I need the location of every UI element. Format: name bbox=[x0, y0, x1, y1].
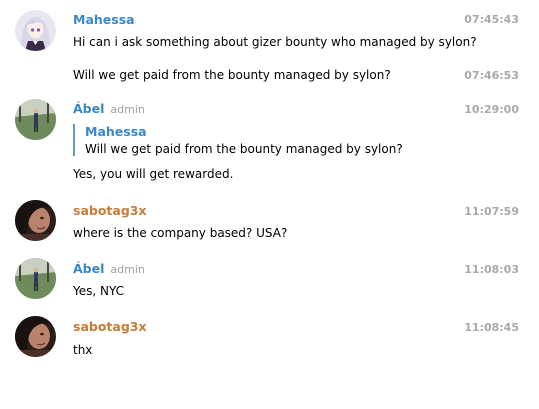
author-name-text: Ábel bbox=[73, 101, 105, 116]
author-name[interactable]: sabotag3x bbox=[73, 203, 147, 218]
message-timestamp: 11:08:45 bbox=[464, 321, 519, 334]
outdoor-photo-avatar[interactable] bbox=[15, 258, 56, 299]
message-timestamp: 11:08:03 bbox=[464, 263, 519, 276]
message-text: thx bbox=[73, 343, 93, 357]
admin-badge: admin bbox=[110, 263, 145, 276]
message-text: Hi can i ask something about gizer bount… bbox=[73, 35, 477, 49]
reply-quote[interactable]: Mahessa Will we get paid from the bounty… bbox=[73, 124, 403, 156]
dark-portrait-avatar[interactable] bbox=[15, 200, 56, 241]
message-text: Yes, you will get rewarded. bbox=[73, 167, 234, 181]
author-name[interactable]: Mahessa bbox=[73, 12, 135, 27]
admin-badge: admin bbox=[110, 103, 145, 116]
message-timestamp: 07:45:43 bbox=[464, 13, 519, 26]
message-text: where is the company based? USA? bbox=[73, 226, 288, 240]
message-timestamp: 10:29:00 bbox=[464, 103, 519, 116]
reply-author: Mahessa bbox=[85, 124, 147, 139]
anime-girl-avatar[interactable] bbox=[15, 10, 56, 51]
author-name-text: Ábel bbox=[73, 261, 105, 276]
message-text: Will we get paid from the bounty managed… bbox=[73, 68, 391, 82]
dark-portrait-avatar[interactable] bbox=[15, 316, 56, 357]
message-text: Yes, NYC bbox=[73, 284, 125, 298]
reply-text: Will we get paid from the bounty managed… bbox=[85, 142, 403, 156]
author-name[interactable]: sabotag3x bbox=[73, 319, 147, 334]
outdoor-photo-avatar[interactable] bbox=[15, 99, 56, 140]
author-name[interactable]: Ábel admin bbox=[73, 101, 145, 116]
message-timestamp: 07:46:53 bbox=[464, 69, 519, 82]
message-timestamp: 11:07:59 bbox=[464, 205, 519, 218]
author-name[interactable]: Ábel admin bbox=[73, 261, 145, 276]
